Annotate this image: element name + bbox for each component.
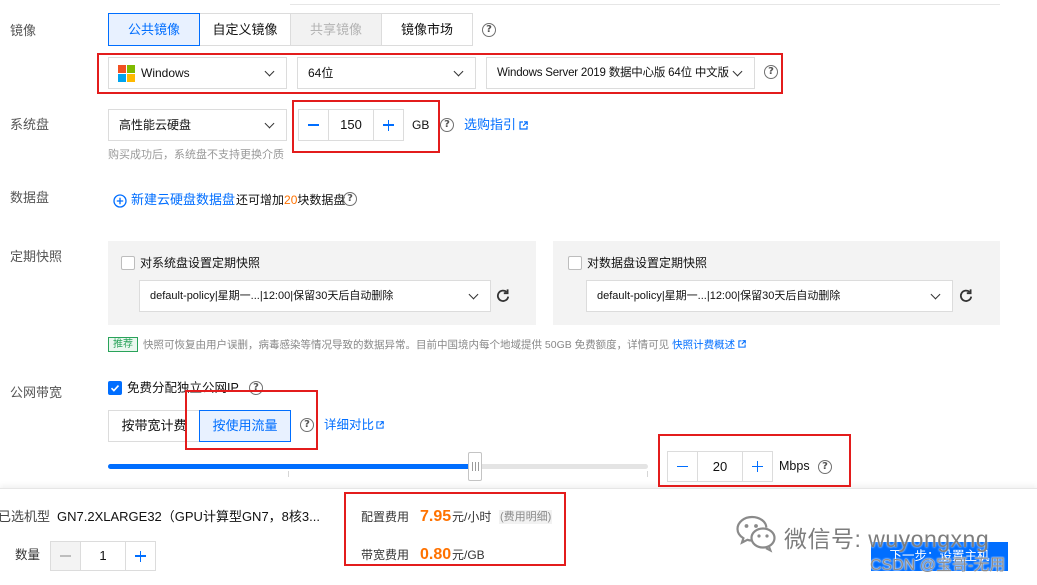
annotation-box-billing-mode	[185, 390, 318, 450]
external-link-icon	[738, 340, 746, 348]
system-disk-snapshot-label: 对系统盘设置定期快照	[140, 256, 261, 270]
remaining-count: 20	[284, 193, 298, 207]
help-icon[interactable]	[482, 23, 496, 37]
system-disk-snapshot-policy-value: default-policy|星期一...|12:00|保留30天后自动删除	[150, 290, 394, 302]
slider-handle[interactable]	[468, 452, 483, 481]
snapshot-billing-link[interactable]: 快照计费概述	[672, 339, 735, 351]
tab-image-market[interactable]: 镜像市场	[381, 13, 473, 46]
tab-label: 按带宽计费	[121, 418, 187, 433]
external-link-icon	[376, 421, 384, 429]
refresh-icon[interactable]	[958, 288, 974, 304]
tab-label: 自定义镜像	[212, 22, 278, 37]
quantity-input[interactable]: 1	[81, 542, 125, 570]
help-icon[interactable]	[343, 192, 357, 206]
remaining-suffix: 块数据盘	[297, 193, 346, 207]
data-disk-snapshot-policy-select[interactable]: default-policy|星期一...|12:00|保留30天后自动删除	[586, 280, 953, 312]
data-disk-label: 数据盘	[10, 190, 50, 205]
external-link-icon	[519, 120, 528, 130]
tab-custom-image[interactable]: 自定义镜像	[199, 13, 291, 46]
minus-button[interactable]	[51, 542, 81, 570]
tab-label: 共享镜像	[309, 22, 362, 37]
grip-line	[478, 462, 480, 471]
bandwidth-slider[interactable]	[108, 452, 648, 481]
image-label: 镜像	[10, 23, 37, 38]
wechat-icon	[736, 515, 776, 553]
chevron-down-icon	[468, 289, 479, 300]
system-disk-snapshot-policy-select[interactable]: default-policy|星期一...|12:00|保留30天后自动删除	[139, 280, 491, 312]
compare-link-text: 详细对比	[324, 418, 375, 432]
system-disk-label: 系统盘	[10, 117, 50, 132]
tab-label: 镜像市场	[400, 22, 453, 37]
system-disk-hint: 购买成功后，系统盘不支持更换介质	[108, 149, 284, 161]
snapshot-note: 快照可恢复由用户误删，病毒感染等情况导致的数据异常。目前中国境内每个地域提供 5…	[143, 337, 773, 353]
system-disk-type-select[interactable]: 高性能云硬盘	[108, 109, 287, 141]
grip-line	[475, 462, 477, 471]
recommend-badge: 推荐	[108, 337, 138, 352]
quantity-label: 数量	[15, 548, 41, 562]
snapshot-note-text: 快照可恢复由用户误删，病毒感染等情况导致的数据异常。目前中国境内每个地域提供 5…	[143, 339, 673, 351]
wechat-watermark: 微信号: wuyongxng	[784, 526, 990, 552]
purchase-guide-link-text: 选购指引	[464, 117, 517, 132]
quantity-stepper[interactable]: 1	[50, 541, 156, 571]
add-data-disk-link[interactable]: 新建云硬盘数据盘	[131, 192, 235, 208]
selected-model-value: GN7.2XLARGE32（GPU计算型GN7，8核3...	[57, 509, 320, 524]
slider-tick	[647, 471, 648, 477]
add-circle-icon[interactable]	[113, 194, 127, 208]
annotation-box-bandwidth	[658, 434, 851, 487]
chevron-down-icon	[930, 289, 941, 300]
purchase-guide-link[interactable]: 选购指引	[464, 117, 528, 133]
remaining-prefix: 还可增加	[236, 193, 285, 207]
annotation-box-system-disk-size	[292, 100, 440, 153]
snapshot-label: 定期快照	[10, 249, 63, 264]
compare-link[interactable]: 详细对比	[324, 417, 384, 433]
data-disk-snapshot-policy-value: default-policy|星期一...|12:00|保留30天后自动删除	[597, 290, 841, 302]
data-disk-snapshot-label: 对数据盘设置定期快照	[587, 256, 708, 270]
system-disk-type-value: 高性能云硬盘	[119, 118, 192, 132]
data-disk-snapshot-checkbox[interactable]	[568, 256, 582, 270]
public-ip-checkbox[interactable]	[108, 381, 122, 395]
refresh-icon[interactable]	[495, 288, 511, 304]
data-disk-remaining: 还可增加20块数据盘	[236, 192, 345, 208]
help-icon[interactable]	[440, 118, 454, 132]
chevron-down-icon	[264, 118, 275, 129]
annotation-box-fees	[344, 492, 566, 566]
bandwidth-label: 公网带宽	[10, 385, 63, 400]
tab-public-image[interactable]: 公共镜像	[108, 13, 200, 46]
system-disk-snapshot-checkbox[interactable]	[121, 256, 135, 270]
csdn-watermark: CSDN @宝哥-无用	[870, 557, 1006, 574]
tab-label: 公共镜像	[127, 22, 180, 37]
grip-line	[472, 462, 474, 471]
slider-fill	[108, 464, 476, 469]
plus-button[interactable]	[125, 542, 155, 570]
tab-shared-image[interactable]: 共享镜像	[290, 13, 382, 46]
check-icon	[110, 385, 120, 392]
annotation-box-image	[97, 53, 783, 94]
top-divider	[290, 4, 1000, 5]
slider-tick	[288, 471, 289, 477]
selected-model-label: 已选机型	[0, 509, 51, 524]
